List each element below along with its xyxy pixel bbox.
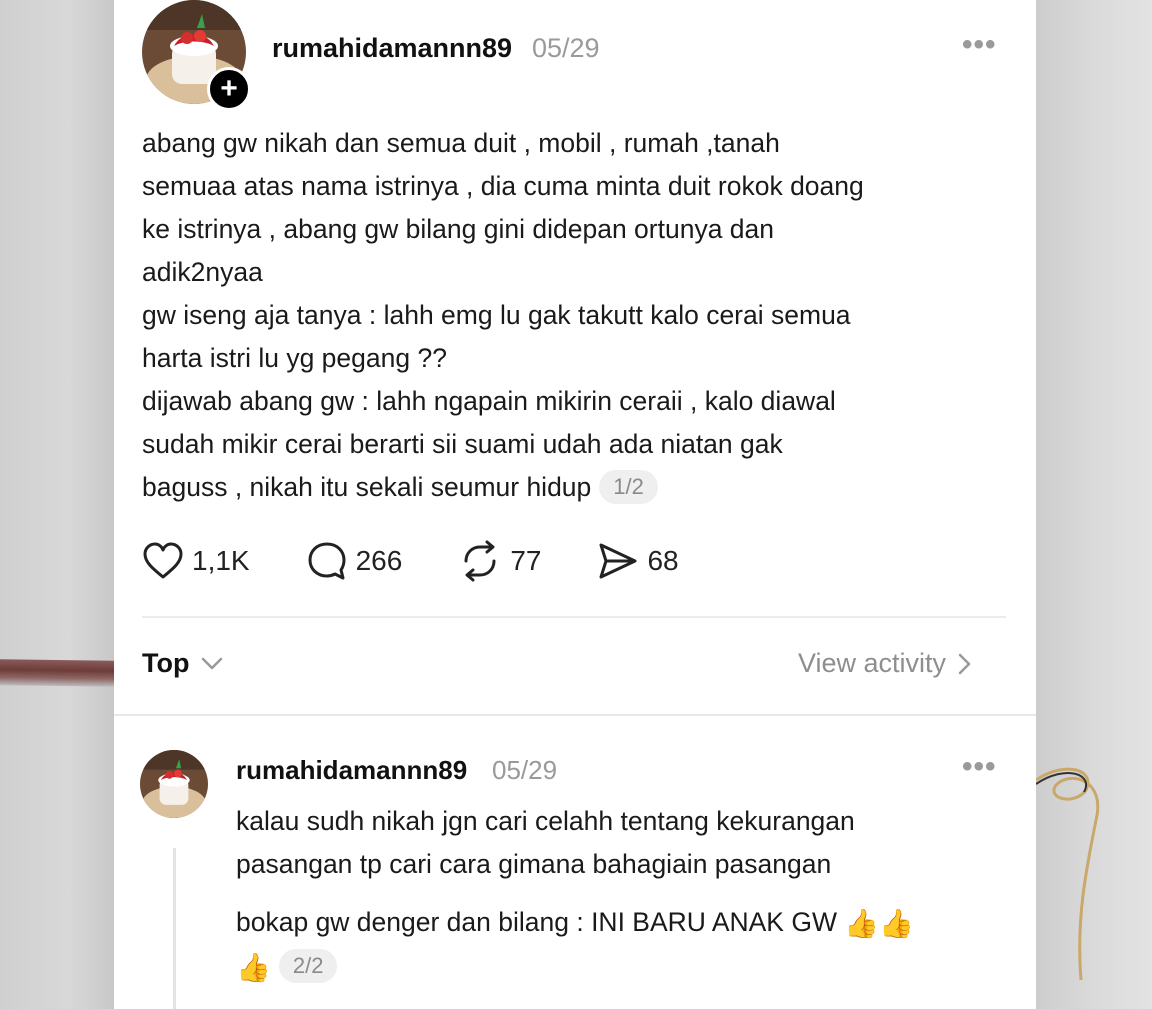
reply-button[interactable]: 266 xyxy=(306,540,403,582)
post-line: sudah mikir cerai berarti sii suami udah… xyxy=(142,429,783,459)
view-activity-link[interactable]: View activity xyxy=(798,648,972,679)
reply-line: kalau sudh nikah jgn cari celahh tentang… xyxy=(236,806,855,836)
background-wall-stripe xyxy=(0,659,114,687)
thumbs-up-icon: 👍 xyxy=(236,952,271,983)
page-indicator: 2/2 xyxy=(278,949,338,983)
heart-icon xyxy=(143,542,183,579)
reply-line: bokap gw denger dan bilang : INI BARU AN… xyxy=(236,907,915,939)
post-line: dijawab abang gw : lahh ngapain mikirin … xyxy=(142,386,836,416)
background-cable xyxy=(1036,767,1100,980)
plus-icon: + xyxy=(220,72,238,105)
sort-label: Top xyxy=(142,648,190,678)
reply-date: 05/29 xyxy=(492,755,558,785)
post-date: 05/29 xyxy=(532,33,600,63)
share-count: 68 xyxy=(647,545,679,576)
post-actions: 1,1K 266 77 68 xyxy=(142,538,679,584)
post-line: ke istrinya , abang gw bilang gini didep… xyxy=(142,214,775,244)
background-wall-left xyxy=(0,0,114,1009)
share-icon xyxy=(599,543,637,579)
repost-icon xyxy=(464,540,496,582)
repost-count: 77 xyxy=(510,545,542,576)
post-more-icon[interactable]: ••• xyxy=(962,28,997,62)
reply-avatar[interactable] xyxy=(140,750,208,818)
post-line: abang gw nikah dan semua duit , mobil , … xyxy=(142,128,780,158)
reply-more-icon[interactable]: ••• xyxy=(962,750,997,784)
comment-icon xyxy=(308,542,346,580)
post-line: harta istri lu yg pegang ?? xyxy=(142,343,447,373)
follow-plus-button[interactable]: + xyxy=(207,67,251,111)
post-text: abang gw nikah dan semua duit , mobil , … xyxy=(142,122,1012,509)
chevron-down-icon xyxy=(202,657,223,669)
divider xyxy=(142,616,1006,618)
thumbs-up-icon: 👍👍 xyxy=(844,908,915,939)
reply-text: kalau sudh nikah jgn cari celahh tentang… xyxy=(236,800,1016,989)
like-count: 1,1K xyxy=(192,545,250,576)
share-button[interactable]: 68 xyxy=(597,541,679,581)
like-button[interactable]: 1,1K xyxy=(142,541,250,581)
post-line: semuaa atas nama istrinya , dia cuma min… xyxy=(142,171,864,201)
reply-line: pasangan tp cari cara gimana bahagiain p… xyxy=(236,849,832,879)
thread-line xyxy=(173,848,176,1009)
sort-dropdown[interactable]: Top xyxy=(142,648,223,679)
section-separator xyxy=(114,714,1036,716)
post-line: adik2nyaa xyxy=(142,257,263,287)
dessert-avatar-image xyxy=(140,750,208,818)
view-activity-label: View activity xyxy=(798,648,947,678)
reply-line-last: 👍 2/2 xyxy=(236,945,1016,989)
reply-username[interactable]: rumahidamannn89 xyxy=(236,755,467,786)
page-indicator: 1/2 xyxy=(599,470,658,504)
post-line: gw iseng aja tanya : lahh emg lu gak tak… xyxy=(142,300,851,330)
repost-button[interactable]: 77 xyxy=(458,539,541,583)
post-line-last: baguss , nikah itu sekali seumur hidup 1/… xyxy=(142,466,1012,509)
chevron-right-icon xyxy=(958,653,971,674)
post-line: baguss , nikah itu sekali seumur hidup xyxy=(142,472,592,502)
post-username[interactable]: rumahidamannn89 xyxy=(272,33,512,64)
reply-count: 266 xyxy=(355,545,403,576)
